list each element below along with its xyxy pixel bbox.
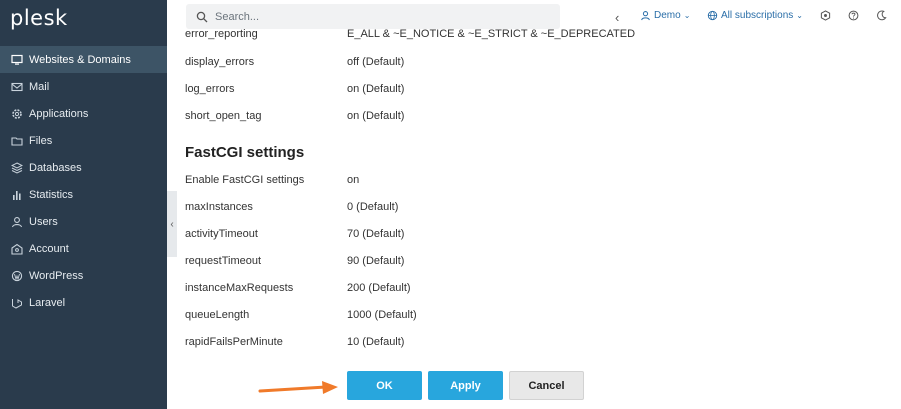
main-content: error_reporting E_ALL & ~E_NOTICE & ~E_S… [185, 28, 885, 358]
sidebar-item-label: Mail [29, 80, 50, 93]
sidebar-item-label: Statistics [29, 188, 74, 201]
help-button[interactable] [848, 10, 859, 21]
subscriptions-menu[interactable]: All subscriptions ⌄ [707, 10, 803, 21]
monitor-icon [10, 53, 24, 67]
sidebar-item-label: Laravel [29, 296, 66, 309]
setting-name: requestTimeout [185, 255, 262, 267]
database-icon [10, 161, 24, 175]
setting-value: 200 (Default) [347, 282, 411, 294]
sidebar-item-applications[interactable]: Applications [0, 100, 167, 127]
sidebar-item-users[interactable]: Users [0, 208, 167, 235]
search-bar[interactable] [186, 4, 560, 29]
back-button[interactable]: ‹ [615, 10, 619, 25]
apply-button[interactable]: Apply [428, 371, 503, 400]
setting-value: 70 (Default) [347, 228, 405, 240]
setting-name: activityTimeout [185, 228, 258, 240]
help-icon [848, 10, 859, 21]
subscriptions-label: All subscriptions [721, 10, 794, 21]
bar-chart-icon [10, 188, 24, 202]
theme-toggle-button[interactable] [876, 10, 887, 21]
laravel-icon [10, 296, 24, 310]
wordpress-icon [10, 269, 24, 283]
setting-value: 0 (Default) [347, 201, 399, 213]
setting-value: 90 (Default) [347, 255, 405, 267]
section-title-fastcgi: FastCGI settings [185, 144, 305, 161]
sidebar-item-account[interactable]: Account [0, 235, 167, 262]
user-menu[interactable]: Demo ⌄ [640, 10, 690, 21]
globe-icon [707, 10, 718, 21]
sidebar-item-label: Users [29, 215, 58, 228]
account-icon [10, 242, 24, 256]
chevron-left-icon: ‹ [170, 218, 174, 230]
moon-icon [877, 10, 887, 21]
extensions-button[interactable] [820, 10, 831, 21]
sidebar-item-laravel[interactable]: Laravel [0, 289, 167, 316]
sidebar-item-label: Websites & Domains [29, 53, 131, 66]
setting-name: error_reporting [185, 28, 258, 40]
setting-name: queueLength [185, 309, 250, 321]
user-icon [10, 215, 24, 229]
setting-name: log_errors [185, 83, 235, 95]
user-menu-label: Demo [654, 10, 681, 21]
sidebar: plesk Websites & Domains Mail Applicatio… [0, 0, 167, 409]
ok-button[interactable]: OK [347, 371, 422, 400]
chevron-down-icon: ⌄ [796, 11, 803, 20]
setting-value: on [347, 174, 360, 186]
setting-name: short_open_tag [185, 110, 262, 122]
mail-icon [10, 80, 24, 94]
sidebar-item-statistics[interactable]: Statistics [0, 181, 167, 208]
search-input[interactable] [215, 10, 515, 23]
sidebar-item-label: Account [29, 242, 69, 255]
setting-value: 10 (Default) [347, 336, 405, 348]
sidebar-collapse-handle[interactable]: ‹ [167, 191, 177, 257]
setting-name: instanceMaxRequests [185, 282, 294, 294]
sidebar-item-websites-domains[interactable]: Websites & Domains [0, 46, 167, 73]
sidebar-item-wordpress[interactable]: WordPress [0, 262, 167, 289]
setting-name: maxInstances [185, 201, 253, 213]
search-icon [196, 11, 208, 22]
extensions-icon [820, 10, 831, 21]
setting-name: rapidFailsPerMinute [185, 336, 283, 348]
sidebar-item-mail[interactable]: Mail [0, 73, 167, 100]
setting-name: display_errors [185, 56, 255, 68]
sidebar-item-label: WordPress [29, 269, 84, 282]
sidebar-item-databases[interactable]: Databases [0, 154, 167, 181]
sidebar-item-label: Databases [29, 161, 82, 174]
pointer-arrow-icon [258, 381, 338, 394]
sidebar-item-label: Files [29, 134, 53, 147]
sidebar-item-files[interactable]: Files [0, 127, 167, 154]
setting-value: 1000 (Default) [347, 309, 417, 321]
sidebar-item-label: Applications [29, 107, 89, 120]
setting-name: Enable FastCGI settings [185, 174, 305, 186]
chevron-down-icon: ⌄ [683, 11, 691, 20]
plesk-logo[interactable]: plesk [10, 6, 68, 30]
folder-icon [10, 134, 24, 148]
setting-value: on (Default) [347, 83, 405, 95]
gear-icon [10, 107, 24, 121]
sidebar-nav: Websites & Domains Mail Applications Fil… [0, 46, 167, 316]
user-icon [641, 11, 650, 21]
cancel-button[interactable]: Cancel [509, 371, 584, 400]
setting-value: on (Default) [347, 110, 405, 122]
setting-value: off (Default) [347, 56, 405, 68]
chevron-left-icon: ‹ [615, 10, 620, 25]
setting-value: E_ALL & ~E_NOTICE & ~E_STRICT & ~E_DEPRE… [347, 28, 636, 40]
